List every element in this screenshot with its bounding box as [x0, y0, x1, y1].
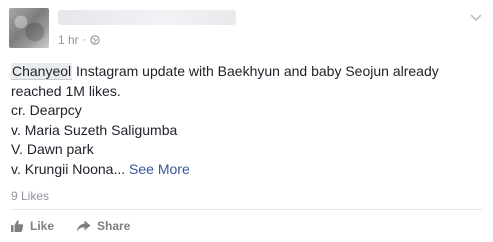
likes-count[interactable]: 9 Likes — [11, 189, 49, 203]
thumbs-up-icon — [11, 220, 24, 232]
tagged-name-link[interactable]: Chanyeol — [11, 63, 73, 80]
share-button[interactable]: Share — [76, 219, 130, 233]
post-body: Chanyeol Instagram update with Baekhyun … — [11, 62, 481, 180]
avatar[interactable] — [9, 8, 49, 48]
chevron-down-icon[interactable] — [470, 12, 482, 24]
meta-separator: · — [82, 34, 87, 46]
post-line-6-text: v. Krungii Noona... — [11, 160, 126, 177]
author-name-redacted[interactable] — [58, 10, 236, 25]
share-arrow-icon — [76, 220, 91, 232]
post-line-2: reached 1M likes. — [11, 82, 121, 99]
post-line-1: Chanyeol Instagram update with Baekhyun … — [11, 62, 481, 82]
post-line-1-text: Instagram update with Baekhyun and baby … — [72, 63, 439, 79]
post-line-4: v. Maria Suzeth Saligumba — [11, 121, 178, 138]
post-line-6: v. Krungii Noona... See More — [11, 160, 481, 180]
like-label: Like — [30, 219, 55, 233]
post-actions: Like Share — [10, 219, 130, 233]
share-label: Share — [97, 219, 131, 233]
like-button[interactable]: Like — [10, 219, 54, 233]
globe-icon[interactable] — [90, 35, 101, 45]
see-more-link[interactable]: See More — [129, 161, 190, 177]
post-line-3: cr. Dearpcy — [11, 102, 82, 119]
divider — [11, 209, 482, 210]
post-card: 1 hr · Chanyeol Instagram update with Ba… — [0, 0, 493, 242]
post-meta: 1 hr · — [58, 33, 101, 47]
post-line-5: V. Dawn park — [11, 141, 94, 158]
timestamp[interactable]: 1 hr — [58, 33, 79, 47]
